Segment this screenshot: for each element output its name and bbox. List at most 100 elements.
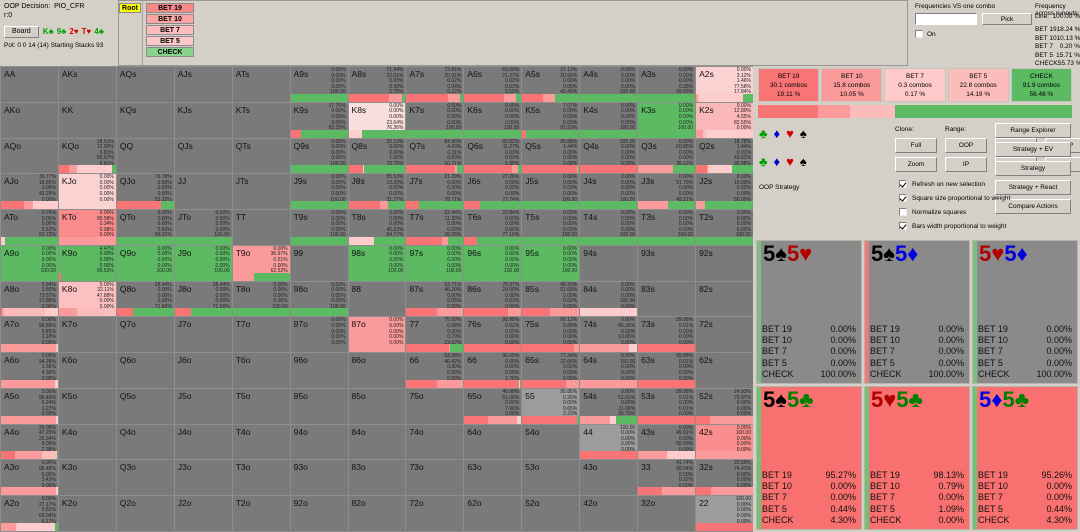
matrix-cell-92o[interactable]: 92o bbox=[290, 496, 348, 531]
matrix-cell-22[interactable]: 22 100.00 0.00% 0.00% 0.00% 0.00% bbox=[696, 496, 753, 531]
matrix-cell-94o[interactable]: 94o bbox=[290, 424, 348, 460]
matrix-cell-T5o[interactable]: T5o bbox=[232, 388, 290, 424]
hand-detail-card[interactable]: 5♠5♦ BET 19 0.00% BET 10 0.00% BET 7 0.00% BET … bbox=[864, 240, 970, 384]
matrix-cell-T4s[interactable]: T4s 0.00% 0.00% 0.00% 0.00% 100.00 bbox=[580, 210, 638, 245]
matrix-cell-92s[interactable]: 92s bbox=[696, 245, 753, 281]
matrix-cell-A2s[interactable]: A2s 0.00% 3.12% 1.46% 77.58% 17.84% bbox=[696, 67, 753, 102]
matrix-cell-K3o[interactable]: K3o bbox=[58, 460, 116, 496]
matrix-cell-K2s[interactable]: K2s 0.00% 12.89% 4.55% 82.55% 0.00% bbox=[696, 102, 753, 138]
matrix-cell-K3s[interactable]: K3s 0.00% 0.00% 0.00% 0.00% 100.00 bbox=[638, 102, 696, 138]
matrix-cell-K4o[interactable]: K4o bbox=[58, 424, 116, 460]
action-card-bet-5[interactable]: BET 5 22.8 combos 14.19 % bbox=[947, 68, 1009, 102]
pick-button[interactable]: Pick bbox=[982, 13, 1032, 25]
matrix-cell-J5s[interactable]: J5s 0.00% 0.00% 0.00% 0.00% 100.00 bbox=[522, 174, 580, 210]
matrix-cell-Q4o[interactable]: Q4o bbox=[116, 424, 174, 460]
matrix-cell-KTs[interactable]: KTs bbox=[232, 102, 290, 138]
hand-range-matrix[interactable]: AA AKs AQs AJs ATs A9s 0.00% 0.00% 0.00% 0.00% 100… bbox=[0, 66, 753, 532]
matrix-cell-52s[interactable]: 52s 24.93% 75.07% 0.00% 0.00% 0.00% bbox=[696, 388, 753, 424]
matrix-cell-Q5s[interactable]: Q5s 95.88% 1.44% 0.00% 0.00% 2.68% bbox=[522, 138, 580, 174]
matrix-cell-QJs[interactable]: QJs bbox=[174, 138, 232, 174]
matrix-cell-72o[interactable]: 72o bbox=[406, 496, 464, 531]
matrix-cell-K2o[interactable]: K2o bbox=[58, 496, 116, 531]
matrix-cell-AJs[interactable]: AJs bbox=[174, 67, 232, 102]
matrix-cell-75s[interactable]: 75s 90.12% 9.88% 0.00% 0.00% 0.00% bbox=[522, 317, 580, 353]
matrix-cell-J6s[interactable]: J6s 27.26% 0.00% 0.00% 0.00% 72.74% bbox=[464, 174, 522, 210]
tree-node-bet-19[interactable]: BET 19 bbox=[146, 3, 194, 13]
board-card-k-club[interactable]: K♣ bbox=[43, 27, 54, 37]
matrix-cell-Q2o[interactable]: Q2o bbox=[116, 496, 174, 531]
matrix-cell-ATo[interactable]: ATo 0.76% 0.00% 0.00% 5.52% 93.72% bbox=[1, 210, 58, 245]
hand-detail-card[interactable]: 5♥5♦ BET 19 0.00% BET 10 0.00% BET 7 0.00% BET … bbox=[972, 240, 1078, 384]
matrix-cell-32s[interactable]: 32s 25.59% 74.41% 0.00% 0.00% 0.00% bbox=[696, 460, 753, 496]
heart-suit-icon[interactable]: ♥ bbox=[786, 154, 800, 169]
tree-node-bet-7[interactable]: BET 7 bbox=[146, 25, 194, 35]
matrix-cell-53s[interactable]: 53s 99.98% 0.01% 0.00% 0.01% 0.00% bbox=[638, 388, 696, 424]
diamond-suit-icon[interactable]: ♦ bbox=[774, 154, 787, 169]
matrix-cell-54o[interactable]: 54o bbox=[522, 424, 580, 460]
matrix-cell-77[interactable]: 77 75.00% 0.68% 0.00% 0.70% 23.62% bbox=[406, 317, 464, 353]
matrix-cell-T3o[interactable]: T3o bbox=[232, 460, 290, 496]
board-card-2-heart[interactable]: 2♥ bbox=[69, 27, 78, 37]
matrix-cell-A5s[interactable]: A5s 37.13% 20.56% 0.00% 0.06% 42.45% bbox=[522, 67, 580, 102]
control-button-clone-full[interactable]: Full bbox=[895, 138, 937, 153]
matrix-cell-Q5o[interactable]: Q5o bbox=[116, 388, 174, 424]
matrix-cell-TT[interactable]: TT bbox=[232, 210, 290, 245]
matrix-cell-A9o[interactable]: A9o 0.00% 0.00% 0.00% 0.00% 100.00 bbox=[1, 245, 58, 281]
control-button-range-oop[interactable]: OOP bbox=[945, 138, 987, 153]
matrix-cell-AA[interactable]: AA bbox=[1, 67, 58, 102]
matrix-cell-J6o[interactable]: J6o bbox=[174, 353, 232, 388]
matrix-cell-AKo[interactable]: AKo bbox=[1, 102, 58, 138]
matrix-cell-J2s[interactable]: J2s 0.00% 15.00% 0.00% 0.00% 85.00% bbox=[696, 174, 753, 210]
matrix-cell-75o[interactable]: 75o bbox=[406, 388, 464, 424]
matrix-cell-Q7s[interactable]: Q7s 84.56% 4.43% 0.31% 0.00% 10.71% bbox=[406, 138, 464, 174]
option-normalize-squares[interactable]: Normalize squares bbox=[899, 208, 966, 216]
tree-node-root[interactable]: Root bbox=[119, 3, 141, 13]
matrix-cell-Q3s[interactable]: Q3s 0.00% 60.85% 0.00% 0.00% 39.12% bbox=[638, 138, 696, 174]
matrix-cell-97o[interactable]: 97o 0.00% 0.00% 0.00% 0.00% 0.00% bbox=[290, 317, 348, 353]
matrix-cell-62s[interactable]: 62s bbox=[696, 353, 753, 388]
matrix-cell-AQs[interactable]: AQs bbox=[116, 67, 174, 102]
matrix-cell-33[interactable]: 33 41.74% 58.04% 0.00% 0.22% 0.00% bbox=[638, 460, 696, 496]
matrix-cell-KK[interactable]: KK bbox=[58, 102, 116, 138]
matrix-cell-74s[interactable]: 74s 0.00% 86.35% 0.00% 13.65% 0.00% bbox=[580, 317, 638, 353]
matrix-cell-85s[interactable]: 85s 48.30% 51.68% 0.00% 0.02% 0.00% bbox=[522, 281, 580, 317]
matrix-cell-AJo[interactable]: AJo 39.77% 16.95% 0.00% 43.29% 0.00% bbox=[1, 174, 58, 210]
matrix-cell-A5o[interactable]: A5o 0.00% 96.49% 0.24% 3.27% 0.00% bbox=[1, 388, 58, 424]
matrix-cell-J3o[interactable]: J3o bbox=[174, 460, 232, 496]
option-bars-width-proportional-to-weight[interactable]: Bars width proportional to weight bbox=[899, 222, 1006, 230]
matrix-cell-QTs[interactable]: QTs bbox=[232, 138, 290, 174]
matrix-cell-A3s[interactable]: A3s 0.00% 0.00% 0.00% 0.35% 99.65% bbox=[638, 67, 696, 102]
action-card-bet-10[interactable]: BET 10 15.8 combos 10.05 % bbox=[821, 68, 883, 102]
matrix-cell-J9s[interactable]: J9s 0.00% 0.00% 0.00% 0.00% 100.00 bbox=[290, 174, 348, 210]
matrix-cell-Q7o[interactable]: Q7o bbox=[116, 317, 174, 353]
board-card-9-club[interactable]: 9♣ bbox=[57, 27, 67, 37]
matrix-cell-43o[interactable]: 43o bbox=[580, 460, 638, 496]
matrix-cell-J8s[interactable]: J8s 55.53% 13.20% 0.00% 0.00% 31.27% bbox=[348, 174, 406, 210]
matrix-cell-KJo[interactable]: KJo 0.00% 0.00% 0.00% 0.00% 0.00% bbox=[58, 174, 116, 210]
matrix-cell-J2o[interactable]: J2o bbox=[174, 496, 232, 531]
side-button-range-explorer[interactable]: Range Explorer bbox=[995, 123, 1071, 138]
board-button[interactable]: Board bbox=[4, 25, 39, 39]
matrix-cell-86s[interactable]: 86s 75.97% 24.00% 0.00% 0.03% 0.00% bbox=[464, 281, 522, 317]
matrix-cell-Q9o[interactable]: Q9o 0.00% 0.00% 0.00% 0.00% 100.00 bbox=[116, 245, 174, 281]
matrix-cell-T8s[interactable]: T8s 0.00% 0.00% 0.00% 45.23% 54.77% bbox=[348, 210, 406, 245]
matrix-cell-85o[interactable]: 85o bbox=[348, 388, 406, 424]
matrix-cell-64s[interactable]: 64s 0.00% 100.00 0.00% 0.00% 0.00% bbox=[580, 353, 638, 388]
control-button-range-ip[interactable]: IP bbox=[945, 157, 987, 172]
control-button-clone-zoom[interactable]: Zoom bbox=[895, 157, 937, 172]
matrix-cell-K8o[interactable]: K8o 0.00% 32.11% 47.88% 0.00% 0.00% bbox=[58, 281, 116, 317]
matrix-cell-93o[interactable]: 93o bbox=[290, 460, 348, 496]
matrix-cell-43s[interactable]: 43s 0.00% 49.91% 0.00% 50.09% 0.00% bbox=[638, 424, 696, 460]
matrix-cell-83o[interactable]: 83o bbox=[348, 460, 406, 496]
matrix-cell-Q6s[interactable]: Q6s 82.82% 11.27% 0.03% 0.00% 5.88% bbox=[464, 138, 522, 174]
club-suit-icon[interactable]: ♣ bbox=[759, 126, 774, 141]
board-card-4-club[interactable]: 4♣ bbox=[94, 27, 104, 37]
matrix-cell-97s[interactable]: 97s 0.00% 0.00% 0.00% 0.00% 100.00 bbox=[406, 245, 464, 281]
matrix-cell-K7o[interactable]: K7o bbox=[58, 317, 116, 353]
board-card-t-heart[interactable]: T♥ bbox=[82, 27, 92, 37]
matrix-cell-K5o[interactable]: K5o bbox=[58, 388, 116, 424]
side-button-strategy-react[interactable]: Strategy + React bbox=[995, 180, 1071, 195]
matrix-cell-T7s[interactable]: T7s 62.44% 11.30% 0.00% 0.00% 26.26% bbox=[406, 210, 464, 245]
matrix-cell-KJs[interactable]: KJs bbox=[174, 102, 232, 138]
matrix-cell-A2o[interactable]: A2o 0.00% 27.17% 0.81% 66.04% 6.17% bbox=[1, 496, 58, 531]
